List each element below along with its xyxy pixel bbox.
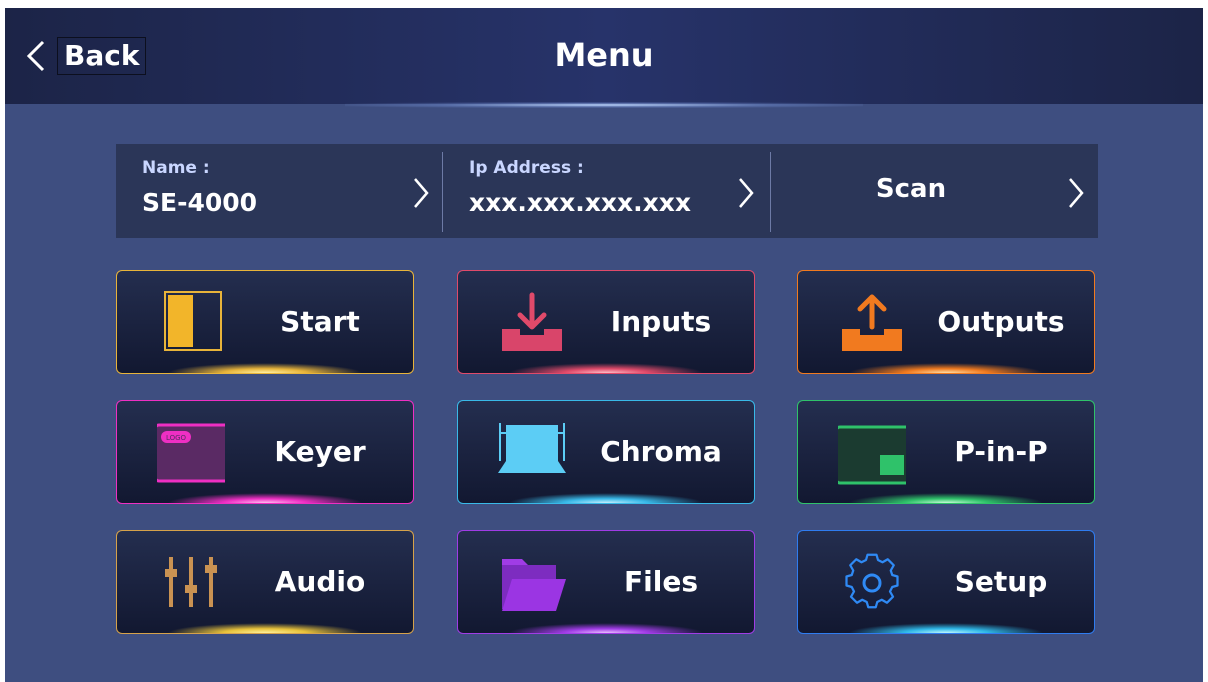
tile-glow <box>508 363 704 373</box>
tile-glow <box>167 493 363 503</box>
pinp-button[interactable]: P-in-P <box>797 400 1095 504</box>
tile-glow <box>848 363 1044 373</box>
logo-keyer-icon: LOGO <box>157 423 225 483</box>
device-name-label: Name : <box>142 158 210 178</box>
outputs-button[interactable]: Outputs <box>797 270 1095 374</box>
menu-screen: Back Menu Name : SE-4000 Ip Address : xx… <box>5 8 1203 682</box>
scan-label: Scan <box>875 174 947 204</box>
audio-label: Audio <box>274 565 366 598</box>
chevron-right-icon <box>1069 178 1084 208</box>
outputs-label: Outputs <box>937 305 1065 338</box>
ip-address-field[interactable]: Ip Address : xxx.xxx.xxx.xxx <box>443 144 769 238</box>
ip-address-value: xxx.xxx.xxx.xxx <box>469 188 691 217</box>
files-label: Files <box>624 565 698 598</box>
split-screen-icon <box>164 291 222 351</box>
tile-glow <box>167 623 363 633</box>
keyer-button[interactable]: LOGO Keyer <box>116 400 414 504</box>
top-bar: Back Menu <box>5 8 1203 104</box>
audio-button[interactable]: Audio <box>116 530 414 634</box>
chevron-right-icon <box>739 178 754 208</box>
files-button[interactable]: Files <box>457 530 755 634</box>
start-label: Start <box>280 305 360 338</box>
ip-address-label: Ip Address : <box>469 158 584 178</box>
download-tray-icon <box>502 292 562 351</box>
tile-glow <box>848 623 1044 633</box>
chevron-right-icon <box>414 178 429 208</box>
device-info-bar: Name : SE-4000 Ip Address : xxx.xxx.xxx.… <box>116 144 1098 238</box>
tile-glow <box>848 493 1044 503</box>
scan-button[interactable]: Scan <box>771 144 1098 238</box>
page-title: Menu <box>554 36 654 74</box>
top-bar-glow <box>345 102 863 108</box>
tile-glow <box>508 623 704 633</box>
device-name-field[interactable]: Name : SE-4000 <box>116 144 442 238</box>
inputs-button[interactable]: Inputs <box>457 270 755 374</box>
setup-button[interactable]: Setup <box>797 530 1095 634</box>
upload-tray-icon <box>842 294 902 351</box>
folder-icon <box>502 559 566 611</box>
chroma-label: Chroma <box>600 435 722 468</box>
pinp-label: P-in-P <box>954 435 1048 468</box>
logo-tag-text: LOGO <box>166 434 187 442</box>
start-button[interactable]: Start <box>116 270 414 374</box>
mixer-sliders-icon <box>165 557 217 607</box>
setup-label: Setup <box>954 565 1048 598</box>
inputs-label: Inputs <box>610 305 712 338</box>
picture-in-picture-icon <box>838 425 906 485</box>
keyer-label: Keyer <box>274 435 366 468</box>
green-screen-icon <box>498 423 566 473</box>
tile-glow <box>508 493 704 503</box>
gear-icon <box>845 553 899 609</box>
chroma-button[interactable]: Chroma <box>457 400 755 504</box>
tile-glow <box>167 363 363 373</box>
device-name-value: SE-4000 <box>142 188 258 217</box>
